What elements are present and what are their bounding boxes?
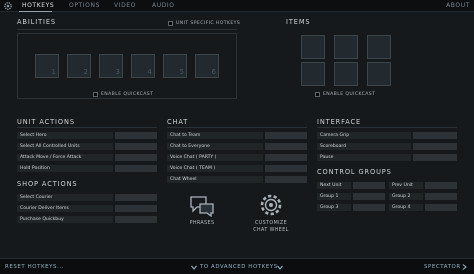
unit-specific-hotkeys-checkbox[interactable]: [168, 21, 173, 26]
hotkey-row-select-hero[interactable]: Select Hero: [17, 132, 113, 139]
hotkey-row-voice-party[interactable]: Voice Chat ( PARTY ): [167, 154, 263, 161]
tab-about[interactable]: ABOUT: [446, 2, 470, 9]
hotkey-row-voice-team[interactable]: Voice Chat ( TEAM ): [167, 165, 263, 172]
customize-chat-wheel-label-2[interactable]: CHAT WHEEL: [246, 228, 296, 233]
hotkey-key-group-3[interactable]: [353, 204, 385, 211]
active-tab-indicator: [19, 11, 52, 12]
hotkey-key-select-courier[interactable]: [115, 194, 157, 201]
tab-hotkeys[interactable]: HOTKEYS: [22, 2, 54, 9]
hotkey-row-group-3[interactable]: Group 3: [317, 204, 351, 211]
hotkey-key-next-unit[interactable]: [353, 182, 385, 189]
hotkey-key-voice-party[interactable]: [265, 154, 307, 161]
chevron-right-icon[interactable]: [462, 264, 467, 270]
tab-options[interactable]: OPTIONS: [69, 2, 100, 9]
abilities-quickcast-checkbox[interactable]: [93, 92, 98, 97]
abilities-quickcast-label: ENABLE QUICKCAST: [101, 92, 154, 97]
abilities-title: ABILITIES: [17, 18, 57, 26]
hotkey-key-select-all-units[interactable]: [115, 143, 157, 150]
tab-audio[interactable]: AUDIO: [152, 2, 175, 9]
hotkey-row-chat-team[interactable]: Chat to Team: [167, 132, 263, 139]
hotkey-row-next-unit[interactable]: Next Unit: [317, 182, 351, 189]
hotkey-key-select-hero[interactable]: [115, 132, 157, 139]
hotkey-row-camera-grip[interactable]: Camera Grip: [317, 132, 411, 139]
hotkey-key-camera-grip[interactable]: [413, 132, 457, 139]
control-groups-title: CONTROL GROUPS: [317, 168, 392, 176]
ability-slot-number: 1: [51, 68, 56, 76]
phrases-label[interactable]: PHRASES: [182, 221, 222, 226]
hotkey-key-group-4[interactable]: [425, 204, 457, 211]
ability-slot-number: 6: [211, 68, 216, 76]
hotkey-row-group-4[interactable]: Group 4: [389, 204, 423, 211]
hotkey-key-chat-wheel[interactable]: [265, 176, 307, 183]
item-slot-3[interactable]: [367, 35, 391, 59]
unit-actions-divider: [17, 127, 157, 128]
hotkey-row-courier-deliver[interactable]: Courier Deliver Items: [17, 205, 113, 212]
spectator-link[interactable]: SPECTATOR: [424, 264, 461, 270]
top-nav-bar: HOTKEYS OPTIONS VIDEO AUDIO ABOUT: [0, 0, 474, 12]
ability-slot-number: 2: [83, 68, 88, 76]
item-slot-6[interactable]: [367, 62, 391, 86]
items-quickcast-label: ENABLE QUICKCAST: [323, 92, 376, 97]
tab-video[interactable]: VIDEO: [114, 2, 136, 9]
item-slot-1[interactable]: [301, 35, 325, 59]
ability-slot-number: 4: [147, 68, 152, 76]
shop-actions-title: SHOP ACTIONS: [17, 180, 78, 188]
hotkey-key-hold-position[interactable]: [115, 165, 157, 172]
ability-slot-2[interactable]: 2: [67, 54, 91, 78]
hotkey-row-group-1[interactable]: Group 1: [317, 193, 351, 200]
hotkey-row-attack-move[interactable]: Attack Move / Force Attack: [17, 154, 113, 161]
chevron-down-icon[interactable]: [277, 265, 283, 270]
hotkey-row-select-all-units[interactable]: Select All Controlled Units: [17, 143, 113, 150]
hotkey-key-prev-unit[interactable]: [425, 182, 457, 189]
item-slot-5[interactable]: [334, 62, 358, 86]
bottom-bar: RESET HOTKEYS... TO ADVANCED HOTKEYS SPE…: [0, 258, 474, 274]
hotkey-key-group-2[interactable]: [425, 193, 457, 200]
hotkey-key-scoreboard[interactable]: [413, 143, 457, 150]
hotkey-row-chat-everyone[interactable]: Chat to Everyone: [167, 143, 263, 150]
ability-slot-1[interactable]: 1: [35, 54, 59, 78]
hotkey-key-voice-team[interactable]: [265, 165, 307, 172]
interface-divider: [317, 127, 457, 128]
customize-chat-wheel-label-1[interactable]: CUSTOMIZE: [246, 221, 296, 226]
item-slot-2[interactable]: [334, 35, 358, 59]
hotkey-key-pause[interactable]: [413, 154, 457, 161]
hotkey-row-select-courier[interactable]: Select Courier: [17, 194, 113, 201]
hotkey-row-group-2[interactable]: Group 2: [389, 193, 423, 200]
hotkey-row-prev-unit[interactable]: Prev Unit: [389, 182, 423, 189]
reset-hotkeys-link[interactable]: RESET HOTKEYS...: [5, 264, 64, 270]
hotkey-key-chat-team[interactable]: [265, 132, 307, 139]
items-quickcast-checkbox[interactable]: [315, 92, 320, 97]
ability-slot-6[interactable]: 6: [195, 54, 219, 78]
gear-icon[interactable]: [3, 1, 13, 11]
hotkey-key-purchase-quickbuy[interactable]: [115, 216, 157, 223]
item-slot-4[interactable]: [301, 62, 325, 86]
chat-title: CHAT: [167, 118, 189, 126]
hotkey-key-group-1[interactable]: [353, 193, 385, 200]
hotkey-key-courier-deliver[interactable]: [115, 205, 157, 212]
ability-slot-3[interactable]: 3: [99, 54, 123, 78]
chevron-down-icon[interactable]: [191, 265, 197, 270]
ability-slot-number: 5: [179, 68, 184, 76]
hotkey-row-pause[interactable]: Pause: [317, 154, 411, 161]
hotkey-row-scoreboard[interactable]: Scoreboard: [317, 143, 411, 150]
interface-title: INTERFACE: [317, 118, 362, 126]
hotkey-key-attack-move[interactable]: [115, 154, 157, 161]
gear-wheel-icon[interactable]: [258, 192, 284, 218]
ability-slot-number: 3: [115, 68, 120, 76]
hotkey-row-purchase-quickbuy[interactable]: Purchase Quickbuy: [17, 216, 113, 223]
hotkey-row-hold-position[interactable]: Hold Position: [17, 165, 113, 172]
hotkey-key-chat-everyone[interactable]: [265, 143, 307, 150]
abilities-divider: [17, 29, 237, 30]
items-title: ITEMS: [286, 18, 311, 26]
ability-slot-5[interactable]: 5: [163, 54, 187, 78]
unit-specific-hotkeys-label: UNIT SPECIFIC HOTKEYS: [176, 21, 241, 26]
hotkey-row-chat-wheel[interactable]: Chat Wheel: [167, 176, 263, 183]
unit-actions-title: UNIT ACTIONS: [17, 118, 75, 126]
chat-divider: [167, 127, 307, 128]
advanced-hotkeys-link[interactable]: TO ADVANCED HOTKEYS: [200, 264, 278, 270]
ability-slot-4[interactable]: 4: [131, 54, 155, 78]
chat-bubbles-icon[interactable]: [189, 195, 215, 217]
